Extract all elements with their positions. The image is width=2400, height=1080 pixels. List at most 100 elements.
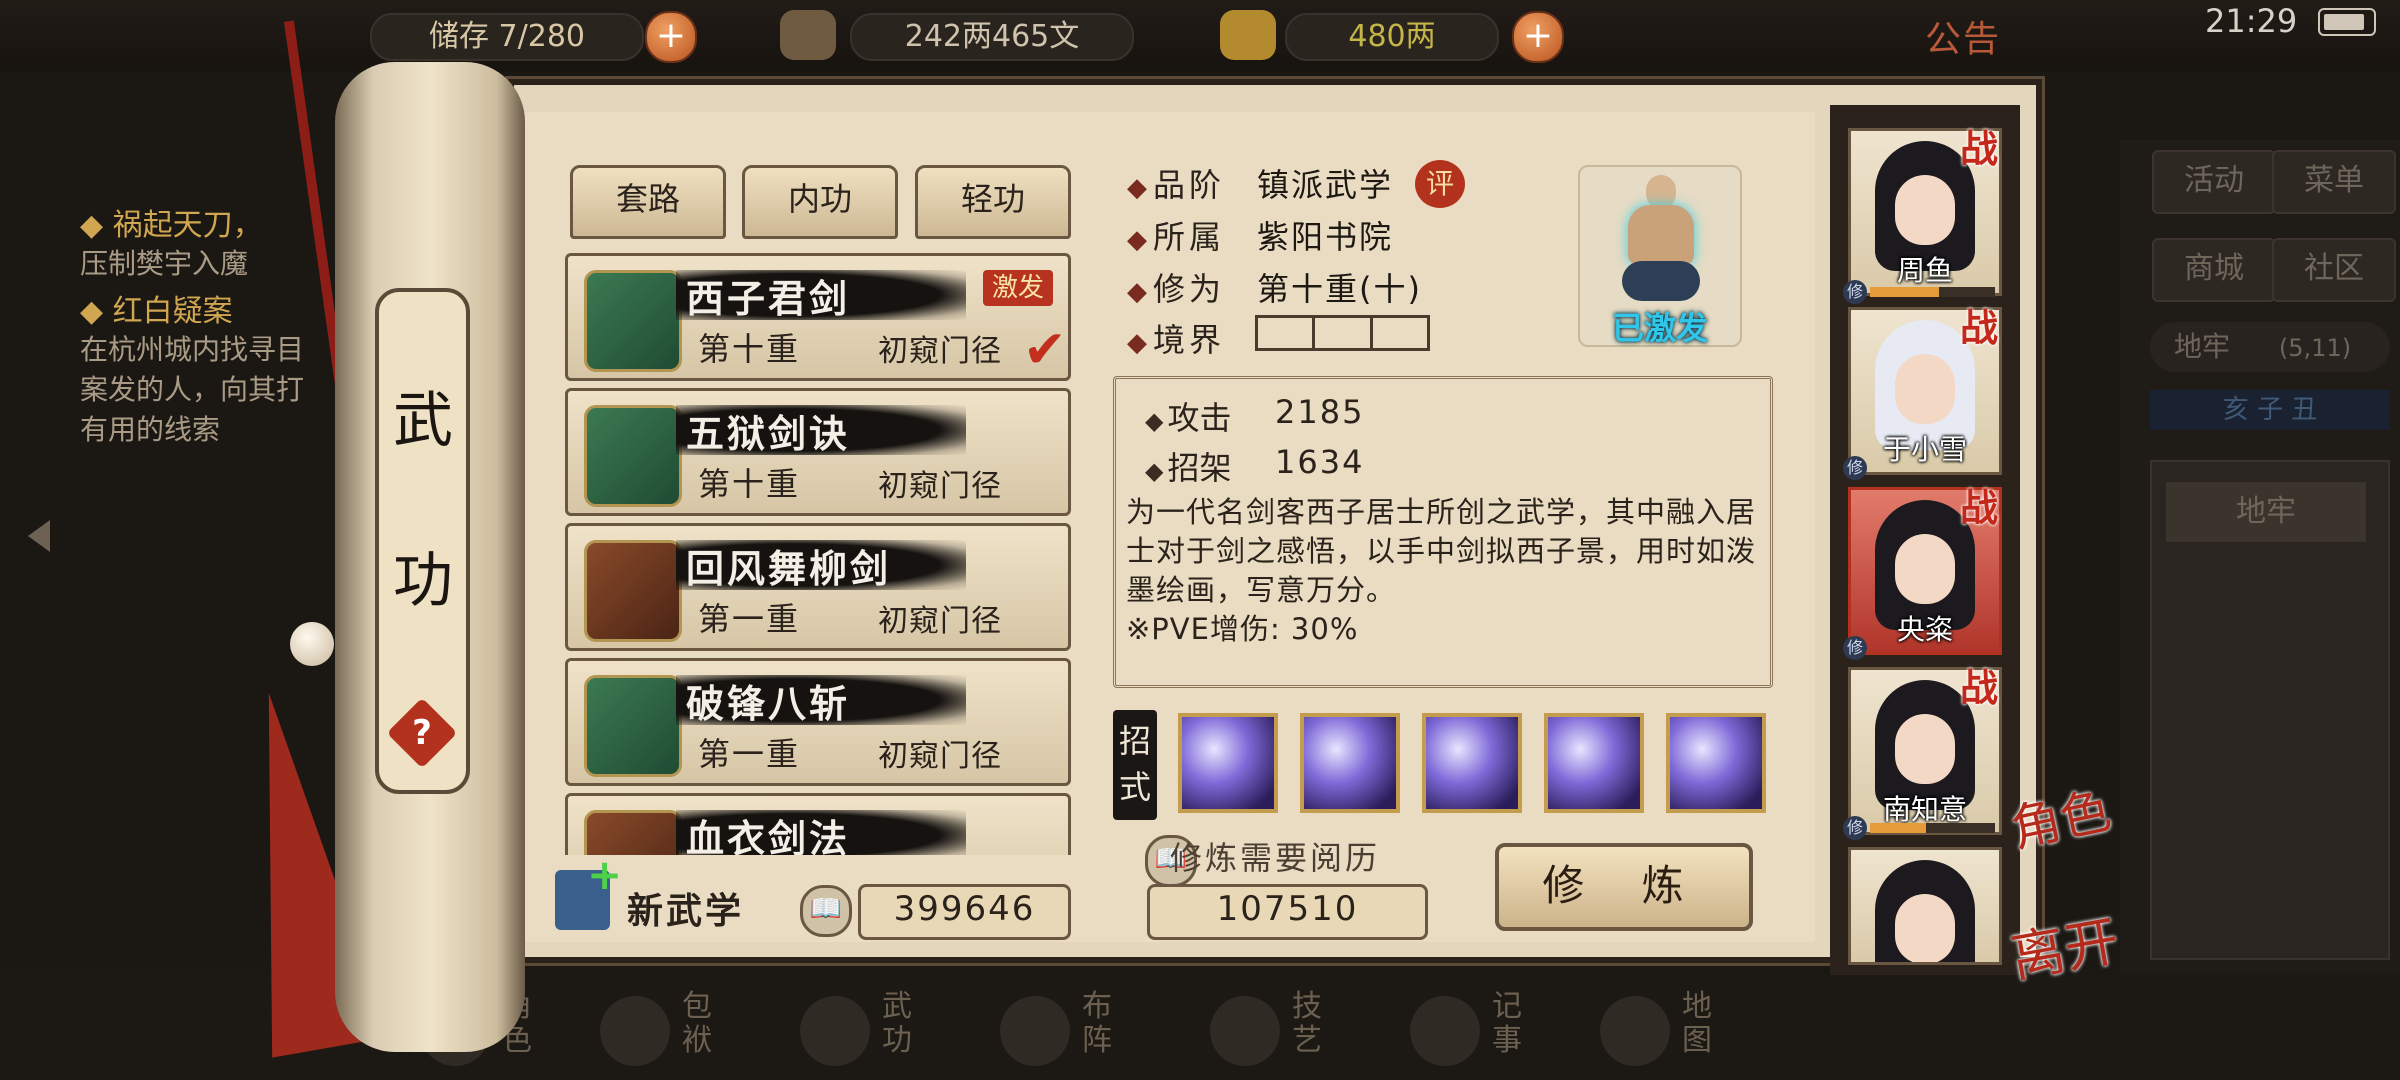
- skill-card[interactable]: 破锋八斩 第一重 初窥门径: [565, 658, 1071, 786]
- skill-card[interactable]: 西子君剑 激发 第十重 初窥门径 ✔: [565, 253, 1071, 381]
- nav-map[interactable]: 地图: [1590, 990, 1770, 1080]
- announcement-button[interactable]: 公告: [1925, 10, 2001, 62]
- nav-label: 地图: [1682, 989, 1712, 1058]
- gold-display: 480两: [1285, 13, 1499, 61]
- collapse-arrow-icon[interactable]: [28, 520, 50, 552]
- community-button[interactable]: 社区: [2272, 238, 2396, 302]
- character-card[interactable]: [1848, 847, 2002, 965]
- cultivation-label: ◆ 修为: [1127, 270, 1226, 308]
- battle-icon: 战: [1960, 486, 1999, 530]
- journal-icon: [1410, 996, 1480, 1066]
- nav-martial-arts[interactable]: 武功: [790, 990, 970, 1080]
- skill-list[interactable]: 西子君剑 激发 第十重 初窥门径 ✔ 五狱剑诀 第十重 初窥门径 回风舞柳剑 第…: [555, 245, 1077, 855]
- location-display: 地牢 (5,11): [2150, 322, 2390, 372]
- move-slot[interactable]: [1544, 713, 1644, 813]
- avatar-face: [1895, 714, 1955, 784]
- battery-icon: [2318, 8, 2376, 36]
- money-display: 242两465文: [850, 13, 1134, 61]
- parry-value: 1634: [1275, 443, 1365, 481]
- add-gold-button[interactable]: +: [1512, 11, 1564, 63]
- menu-button[interactable]: 菜单: [2272, 150, 2396, 214]
- nav-label: 布阵: [1082, 989, 1112, 1058]
- skill-name: 破锋八斩: [686, 682, 851, 726]
- grade-value: 镇派武学: [1257, 166, 1394, 204]
- shop-button[interactable]: 商城: [2152, 238, 2276, 302]
- bag-icon: [600, 996, 670, 1066]
- skill-rank: 初窥门径: [878, 739, 1002, 774]
- xp-bar: [1870, 823, 1995, 833]
- map-icon: [1600, 996, 1670, 1066]
- cultivate-icon: 修: [1843, 816, 1867, 840]
- activated-badge: 激发: [983, 270, 1053, 306]
- train-requirement-value: 107510: [1147, 884, 1428, 940]
- rate-button[interactable]: 评: [1415, 160, 1465, 208]
- skill-card[interactable]: 回风舞柳剑 第一重 初窥门径: [565, 523, 1071, 651]
- help-icon: ?: [412, 713, 432, 753]
- help-button[interactable]: ?: [386, 697, 458, 769]
- top-bar: 储存 7/280 + 242两465文 480两 + 公告 21:29: [0, 0, 2400, 72]
- nav-label: 包袱: [682, 989, 712, 1058]
- avatar-face: [1895, 354, 1955, 424]
- battle-icon: 战: [1960, 306, 1999, 350]
- books-icon: [800, 996, 870, 1066]
- scroll-book-icon: [584, 540, 682, 642]
- skill-card[interactable]: 五狱剑诀 第十重 初窥门径: [565, 388, 1071, 516]
- area-name[interactable]: 地牢: [2166, 482, 2366, 542]
- equipped-check-icon: ✔: [1023, 320, 1067, 380]
- activated-label: 已激发: [1611, 309, 1708, 347]
- grade-label: ◆ 品阶: [1127, 166, 1226, 204]
- skill-card[interactable]: 血衣剑法: [565, 793, 1071, 855]
- inventory-label: 储存: [428, 19, 489, 54]
- nav-label: 武功: [882, 989, 912, 1058]
- avatar-face: [1895, 894, 1955, 962]
- inventory-count: 7/280: [498, 19, 585, 54]
- tab-routine[interactable]: 套路: [570, 165, 726, 239]
- character-name: 于小雪: [1882, 433, 1967, 466]
- new-skill-icon[interactable]: [555, 850, 622, 930]
- parry-label: ◆ 招架: [1145, 449, 1232, 487]
- skill-name: 五狱剑诀: [686, 412, 851, 456]
- nav-skills[interactable]: 技艺: [1200, 990, 1380, 1080]
- cultivation-value: 第十重(十): [1257, 270, 1422, 308]
- avatar-face: [1895, 534, 1955, 604]
- skill-description: 为一代名剑客西子居士所创之武学，其中融入居士对于剑之感悟，以手中剑拟西子景，用时…: [1126, 493, 1766, 649]
- jade-bead: [290, 622, 334, 666]
- move-slot[interactable]: [1666, 713, 1766, 813]
- scroll-book-icon: [584, 405, 682, 507]
- move-slot[interactable]: [1422, 713, 1522, 813]
- train-button[interactable]: 修 炼: [1495, 843, 1753, 931]
- character-name: 南知意: [1882, 793, 1967, 826]
- realm-slots: [1255, 315, 1430, 351]
- area-panel: 地牢: [2150, 460, 2390, 960]
- tab-internal[interactable]: 内功: [742, 165, 898, 239]
- new-skill-button[interactable]: 新武学: [627, 882, 744, 934]
- nav-label: 记事: [1492, 989, 1522, 1058]
- skill-name: 西子君剑: [686, 277, 851, 321]
- pot-icon: [1210, 996, 1280, 1066]
- nav-bag[interactable]: 包袱: [590, 990, 770, 1080]
- cultivate-icon: 修: [1843, 456, 1867, 480]
- gold-ingot-icon: [1220, 10, 1276, 60]
- skill-level: 第十重: [698, 465, 801, 503]
- move-slot[interactable]: [1300, 713, 1400, 813]
- book-icon: 📖: [800, 885, 852, 937]
- belong-value: 紫阳书院: [1257, 218, 1394, 256]
- scroll-book-icon: [584, 270, 682, 372]
- skill-rank: 初窥门径: [878, 334, 1002, 369]
- avatar-face: [1895, 175, 1955, 245]
- activity-button[interactable]: 活动: [2152, 150, 2276, 214]
- skill-level: 第一重: [698, 735, 801, 773]
- skill-name: 血衣剑法: [686, 817, 851, 855]
- skill-rank: 初窥门径: [878, 469, 1002, 504]
- location-coords: (5,11): [2278, 334, 2352, 362]
- move-slot[interactable]: [1178, 713, 1278, 813]
- time-of-day-bar: 亥 子 丑: [2150, 390, 2390, 430]
- battle-icon: 战: [1960, 666, 1999, 710]
- nav-formation[interactable]: 布阵: [990, 990, 1170, 1080]
- nav-journal[interactable]: 记事: [1400, 990, 1580, 1080]
- silver-ingot-icon: [780, 10, 836, 60]
- add-inventory-button[interactable]: +: [645, 11, 697, 63]
- attack-value: 2185: [1275, 393, 1365, 431]
- tab-lightness[interactable]: 轻功: [915, 165, 1071, 239]
- clock: 21:29: [2205, 2, 2298, 40]
